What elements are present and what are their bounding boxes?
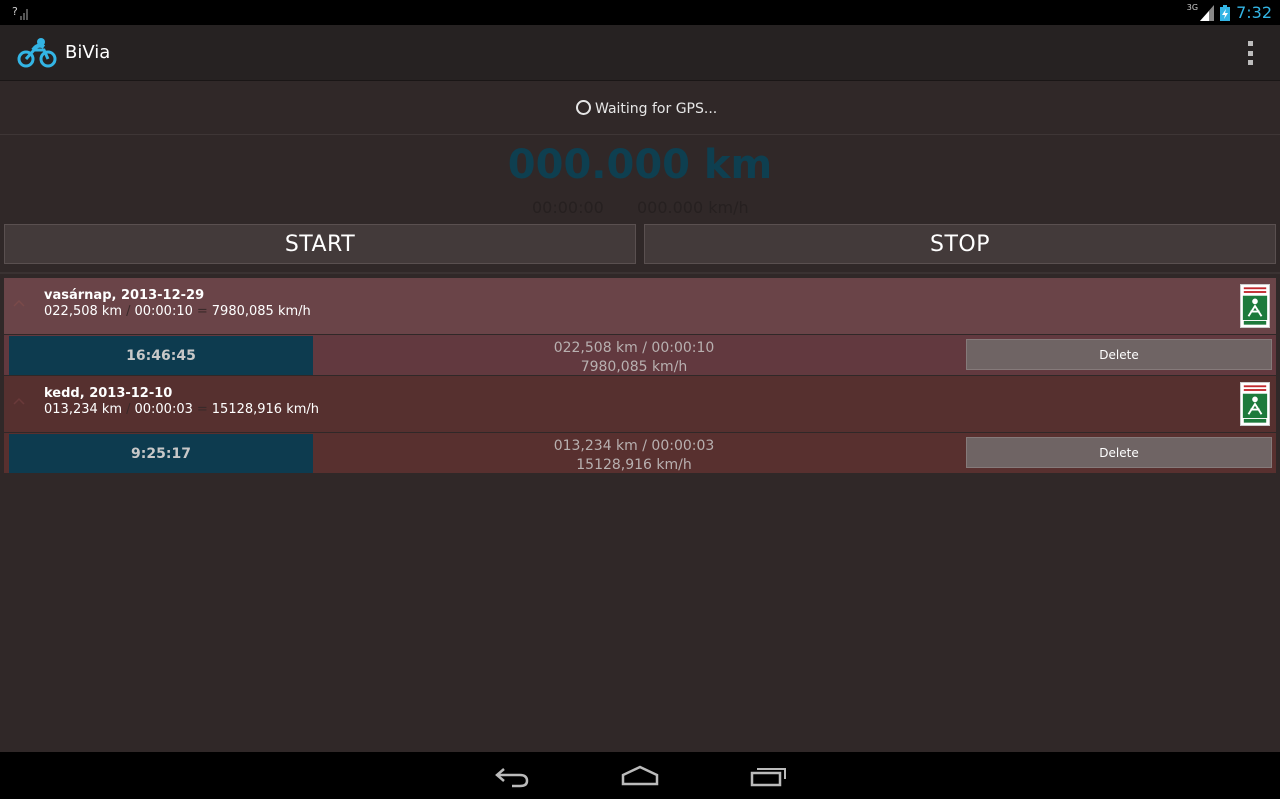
trip-header[interactable]: vasárnap, 2013-12-29 022,508 km/00:00:10… <box>4 278 1276 334</box>
trip-detail-stats: 013,234 km / 00:00:03 15128,916 km/h <box>314 437 954 475</box>
trip-date: vasárnap, 2013-12-29 <box>44 288 205 303</box>
separator-slash: / <box>126 402 131 417</box>
bicycle-app-icon[interactable] <box>16 37 58 69</box>
gps-status-row: Waiting for GPS... <box>0 81 1280 135</box>
delete-button[interactable]: Delete <box>966 437 1272 468</box>
overflow-menu-icon[interactable] <box>1242 41 1258 65</box>
trip-detail-stats: 022,508 km / 00:00:10 7980,085 km/h <box>314 339 954 377</box>
action-bar: BiVia <box>0 25 1280 81</box>
trip-distance: 013,234 km <box>44 402 123 417</box>
current-speed: 000.000 km/h <box>637 198 749 217</box>
back-icon[interactable] <box>494 764 530 788</box>
separator-equals: = <box>196 304 208 319</box>
svg-text:?: ? <box>12 5 18 18</box>
status-bar: ? 3G 7:32 <box>0 0 1280 25</box>
elapsed-time: 00:00:00 <box>532 198 604 217</box>
trip-detail-distance-duration: 022,508 km / 00:00:10 <box>553 340 715 356</box>
network-type-label: 3G <box>1186 3 1199 12</box>
trip-speed: 15128,916 km/h <box>211 402 320 417</box>
bringazz-logo-icon <box>1240 382 1270 426</box>
trip-speed: 7980,085 km/h <box>211 304 311 319</box>
trip-summary: 013,234 km/00:00:03 = 15128,916 km/h <box>44 402 319 417</box>
battery-charging-icon <box>1220 4 1231 21</box>
signal-strength-icon <box>1200 4 1215 21</box>
no-sim-signal-icon: ? <box>12 5 28 20</box>
loading-spinner-icon <box>576 99 591 115</box>
trip-detail-distance-duration: 013,234 km / 00:00:03 <box>553 438 715 454</box>
current-distance: 000.000 km <box>507 142 773 188</box>
trip-start-time: 9:25:17 <box>9 434 313 473</box>
chevron-up-icon[interactable] <box>12 298 26 308</box>
trip-header[interactable]: kedd, 2013-12-10 013,234 km/00:00:03 = 151… <box>4 376 1276 432</box>
start-button[interactable]: START <box>4 224 636 264</box>
separator-equals: = <box>196 402 208 417</box>
trip-summary: 022,508 km/00:00:10 = 7980,085 km/h <box>44 304 311 319</box>
chevron-up-icon[interactable] <box>12 396 26 406</box>
divider <box>0 272 1280 274</box>
delete-button[interactable]: Delete <box>966 339 1272 370</box>
clock: 7:32 <box>1236 3 1272 22</box>
trip-start-time: 16:46:45 <box>9 336 313 375</box>
trip-distance: 022,508 km <box>44 304 123 319</box>
trip-detail: 9:25:17 013,234 km / 00:00:03 15128,916 … <box>4 433 1276 473</box>
app-title: BiVia <box>65 42 111 63</box>
trip-duration: 00:00:10 <box>134 304 193 319</box>
trip-duration: 00:00:03 <box>134 402 193 417</box>
trip-detail: 16:46:45 022,508 km / 00:00:10 7980,085 … <box>4 335 1276 375</box>
navigation-bar <box>0 752 1280 799</box>
bringazz-logo-icon <box>1240 284 1270 328</box>
stop-button[interactable]: STOP <box>644 224 1276 264</box>
separator-slash: / <box>126 304 131 319</box>
gps-status-text: Waiting for GPS... <box>595 101 718 117</box>
home-icon[interactable] <box>621 764 659 788</box>
recent-apps-icon[interactable] <box>750 764 788 788</box>
trip-detail-speed: 7980,085 km/h <box>580 359 688 375</box>
trip-date: kedd, 2013-12-10 <box>44 386 173 401</box>
trip-detail-speed: 15128,916 km/h <box>576 457 692 473</box>
